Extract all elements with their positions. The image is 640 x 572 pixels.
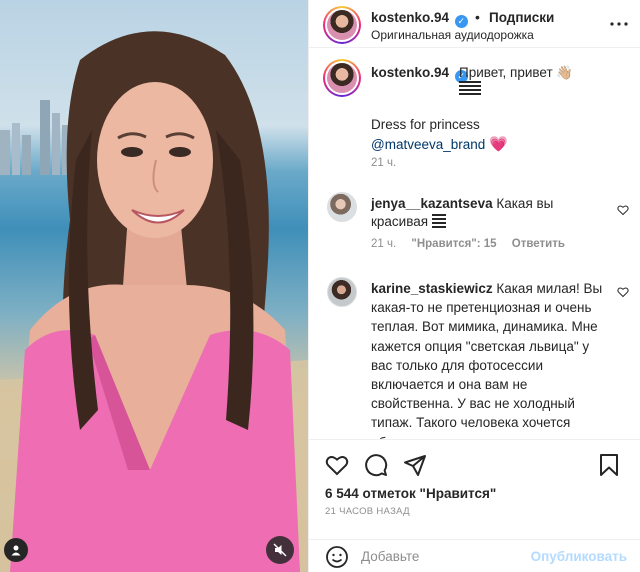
publish-button[interactable]: Опубликовать [531,549,627,564]
pink-heart-emoji: 💗 [489,136,508,153]
verified-icon: ✓ [454,15,468,28]
comment-text: jenya__kazantseva Какая вы красивая [371,195,596,231]
add-comment-bar: Опубликовать [309,539,640,572]
caption-time: 21 ч. [371,157,397,169]
separator-dot: • [475,9,480,25]
more-icon[interactable] [609,14,629,34]
bookmark-icon[interactable] [597,453,621,477]
post-header: kostenko.94 ✓ • Подписки Оригинальная ау… [309,0,640,48]
post-side-panel: kostenko.94 ✓ • Подписки Оригинальная ау… [308,0,640,572]
comments-list[interactable]: kostenko.94 ✓ Привет, привет 👋🏼 Dress fo… [309,49,640,439]
comment-time: 21 ч. [371,238,397,250]
caption-text: Привет, привет 👋🏼 [459,65,573,96]
user-icon [11,545,21,556]
post-actions: 6 544 отметок "Нравится" 21 ЧАСОВ НАЗАД [309,439,640,539]
caption-avatar[interactable] [323,59,361,97]
tagged-users-button[interactable] [4,538,28,562]
flag-emoji [459,81,481,95]
likes-count[interactable]: 6 544 отметок "Нравится" [325,486,496,501]
reply-button[interactable]: Ответить [512,238,565,250]
brand-mention-link[interactable]: @matveeva_brand [371,137,485,152]
woman-photo [0,31,308,572]
author-username-link[interactable]: kostenko.94 ✓ [371,10,468,28]
comment-username[interactable]: jenya__kazantseva [371,196,493,211]
emoji-icon[interactable] [325,545,349,569]
comment-meta: 21 ч. "Нравится": 15 Ответить [371,238,577,250]
heart-icon[interactable] [617,204,629,216]
share-icon[interactable] [403,453,427,477]
comment-avatar[interactable] [327,192,357,222]
caption-greeting: Привет, привет 👋🏼 [459,65,574,80]
post-time[interactable]: 21 ЧАСОВ НАЗАД [325,506,410,517]
original-audio-link[interactable]: Оригинальная аудиодорожка [371,28,534,42]
comment-text: karine_staskiewicz Какая милая! Вы какая… [371,279,603,439]
mute-icon [273,543,287,557]
heart-icon[interactable] [617,286,629,298]
post-media[interactable] [0,0,308,572]
comment-avatar[interactable] [327,277,357,307]
comment-username[interactable]: karine_staskiewicz [371,281,493,296]
heart-icon[interactable] [325,453,349,477]
following-button[interactable]: Подписки [489,10,554,25]
caption-username[interactable]: kostenko.94 [371,65,449,80]
author-avatar[interactable] [323,6,361,44]
comment-icon[interactable] [364,453,388,477]
comment-body: Какая милая! Вы какая-то не претенциозна… [371,281,603,439]
mute-button[interactable] [266,536,294,564]
caption-line2: Dress for princess [371,117,480,132]
author-username[interactable]: kostenko.94 [371,10,449,25]
comment-likes-link[interactable]: "Нравится": 15 [411,238,496,250]
flag-emoji [431,214,446,228]
